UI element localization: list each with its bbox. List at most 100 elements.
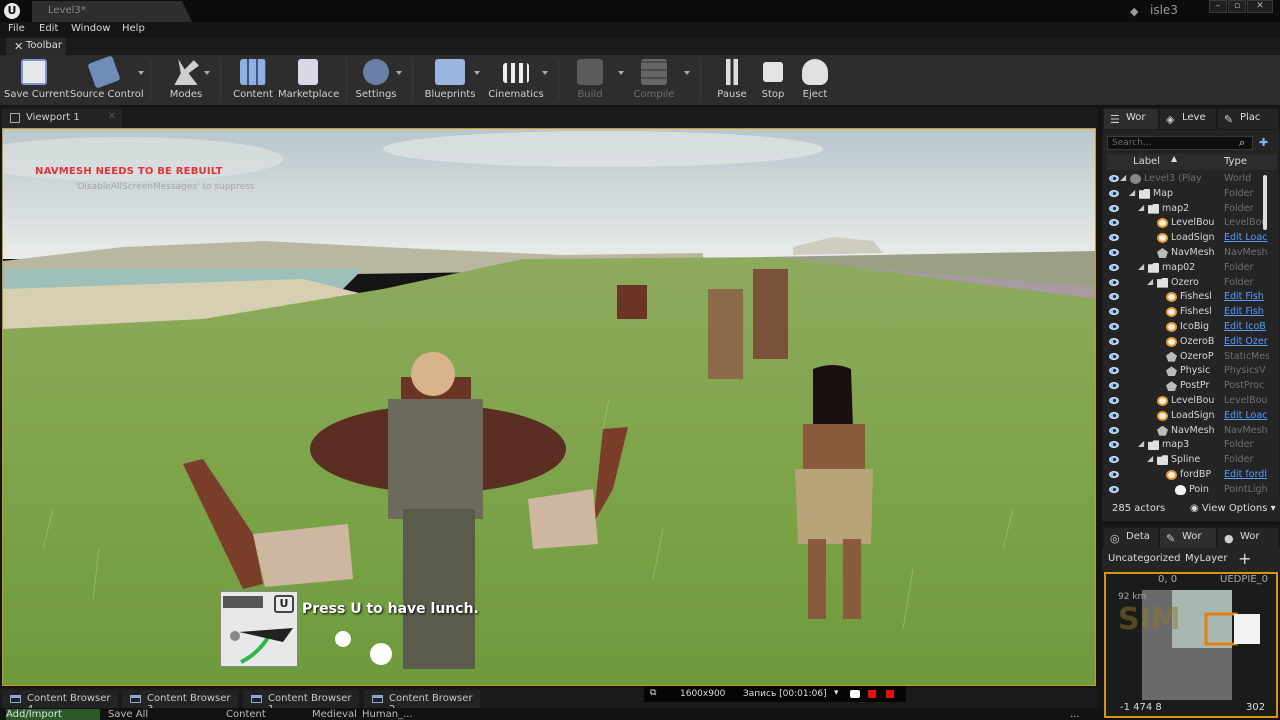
pause-button[interactable]: Pause bbox=[712, 59, 752, 103]
visibility-eye-icon[interactable] bbox=[1109, 293, 1119, 301]
camera-icon[interactable] bbox=[850, 690, 860, 698]
build-dropdown-icon[interactable] bbox=[618, 71, 624, 75]
edit-blueprint-link[interactable]: Edit Ozer bbox=[1224, 336, 1269, 347]
visibility-eye-icon[interactable] bbox=[1109, 278, 1119, 286]
cinematics-button[interactable]: Cinematics bbox=[488, 59, 544, 103]
content-button[interactable]: Content bbox=[230, 59, 276, 103]
tab-world-outliner[interactable]: ☰ Wor bbox=[1104, 109, 1158, 129]
outliner-row[interactable]: Poin PointLigh bbox=[1107, 483, 1269, 498]
visibility-eye-icon[interactable] bbox=[1109, 337, 1119, 345]
edit-blueprint-link[interactable]: Edit Loac bbox=[1224, 410, 1269, 421]
viewport-tab[interactable]: Viewport 1 ✕ bbox=[2, 109, 122, 128]
expand-arrow-icon[interactable]: ◢ bbox=[1147, 277, 1153, 286]
edit-blueprint-link[interactable]: Edit Loac bbox=[1224, 232, 1269, 243]
outliner-settings-icon[interactable]: ✚ bbox=[1259, 136, 1273, 150]
visibility-eye-icon[interactable] bbox=[1109, 397, 1119, 404]
content-browser-tab-2[interactable]: Content Browser 2 bbox=[364, 690, 480, 715]
visibility-eye-icon[interactable] bbox=[1109, 189, 1119, 197]
outliner-row[interactable]: NavMesh NavMesh bbox=[1107, 246, 1269, 261]
save-all-button[interactable]: Save All bbox=[108, 709, 148, 720]
outliner-row[interactable]: LevelBou LevelBou bbox=[1107, 394, 1269, 409]
maximize-button[interactable]: ▫ bbox=[1228, 0, 1246, 13]
menu-help[interactable]: Help bbox=[122, 23, 145, 34]
add-import-button[interactable]: Add/Import bbox=[6, 709, 100, 720]
save-current-button[interactable]: Save Current bbox=[4, 59, 69, 103]
outliner-row[interactable]: Fishesl Edit Fish bbox=[1107, 305, 1269, 320]
outliner-row[interactable]: OzeroP StaticMes bbox=[1107, 350, 1269, 365]
layer-uncategorized[interactable]: Uncategorized bbox=[1108, 553, 1180, 564]
content-browser-tab-4[interactable]: Content Browser 4 bbox=[2, 690, 118, 715]
visibility-eye-icon[interactable] bbox=[1109, 471, 1119, 478]
outliner-search-input[interactable]: Search... bbox=[1107, 136, 1253, 150]
visibility-eye-icon[interactable] bbox=[1109, 204, 1119, 212]
modes-button[interactable]: Modes bbox=[162, 59, 210, 103]
eject-button[interactable]: Eject bbox=[796, 59, 834, 103]
outliner-row[interactable]: ◢Level3 (Play In EWorld bbox=[1107, 172, 1269, 187]
outliner-row[interactable]: ◢ map2 Folder bbox=[1107, 202, 1269, 217]
settings-button[interactable]: Settings bbox=[354, 59, 398, 103]
world-composition-minimap[interactable]: SIM 0, 0 UEDPIE_0 92 km -1 474 8 302 bbox=[1104, 572, 1278, 718]
build-button[interactable]: Build bbox=[566, 59, 614, 103]
menu-edit[interactable]: Edit bbox=[39, 23, 58, 34]
tab-world-settings[interactable]: ✎ Wor bbox=[1160, 528, 1216, 548]
outliner-row[interactable]: OzeroB Edit Ozer bbox=[1107, 335, 1269, 350]
visibility-eye-icon[interactable] bbox=[1109, 382, 1119, 390]
expand-arrow-icon[interactable]: ◢ bbox=[1138, 262, 1144, 271]
expand-arrow-icon[interactable]: ◢ bbox=[1129, 188, 1135, 197]
expand-arrow-icon[interactable]: ◢ bbox=[1138, 439, 1144, 448]
search-icon[interactable]: ⌕ bbox=[1239, 136, 1245, 150]
outliner-row[interactable]: LevelBou LevelBou bbox=[1107, 216, 1269, 231]
visibility-eye-icon[interactable] bbox=[1109, 411, 1119, 419]
outliner-row[interactable]: LoadSign Edit Loac bbox=[1107, 409, 1269, 424]
tab-place[interactable]: ✎ Plac bbox=[1218, 109, 1278, 129]
outliner-row[interactable]: ◢ Ozero Folder bbox=[1107, 276, 1269, 291]
modes-dropdown-icon[interactable] bbox=[204, 71, 210, 75]
visibility-eye-icon[interactable] bbox=[1109, 308, 1119, 316]
breadcrumb-human[interactable]: Human_... bbox=[362, 709, 413, 720]
close-tab-icon[interactable]: ✕ bbox=[108, 111, 116, 122]
edit-blueprint-link[interactable]: Edit Fish bbox=[1224, 291, 1269, 302]
stop-button[interactable]: Stop bbox=[754, 59, 792, 103]
layer-mylayer[interactable]: MyLayer bbox=[1185, 553, 1227, 564]
add-layer-icon[interactable]: + bbox=[1238, 549, 1251, 568]
cinematics-dropdown-icon[interactable] bbox=[542, 71, 548, 75]
visibility-eye-icon[interactable] bbox=[1109, 263, 1119, 271]
compile-button[interactable]: Compile bbox=[630, 59, 678, 103]
tab-levels[interactable]: ◈ Leve bbox=[1160, 109, 1216, 129]
edit-blueprint-link[interactable]: Edit Fish bbox=[1224, 306, 1269, 317]
pause-record-icon[interactable] bbox=[868, 690, 876, 698]
minimize-button[interactable]: – bbox=[1209, 0, 1227, 13]
label-column-header[interactable]: Label bbox=[1133, 156, 1160, 167]
menu-file[interactable]: File bbox=[8, 23, 25, 34]
expand-arrow-icon[interactable]: ◢ bbox=[1138, 203, 1144, 212]
visibility-eye-icon[interactable] bbox=[1109, 249, 1119, 256]
stop-record-icon[interactable] bbox=[886, 690, 894, 698]
visibility-eye-icon[interactable] bbox=[1109, 234, 1119, 242]
visibility-eye-icon[interactable] bbox=[1109, 367, 1119, 375]
close-button[interactable]: ✕ bbox=[1247, 0, 1273, 13]
level-viewport[interactable]: NAVMESH NEEDS TO BE REBUILT 'DisableAllS… bbox=[2, 128, 1096, 686]
outliner-row[interactable]: IcoBig Edit IcoB bbox=[1107, 320, 1269, 335]
source-control-dropdown-icon[interactable] bbox=[138, 71, 144, 75]
visibility-eye-icon[interactable] bbox=[1109, 175, 1119, 182]
visibility-eye-icon[interactable] bbox=[1109, 456, 1119, 464]
tab-world-composition[interactable]: ● Wor bbox=[1218, 528, 1278, 548]
expand-arrow-icon[interactable]: ◢ bbox=[1147, 454, 1153, 463]
content-browser-tab-3[interactable]: Content Browser 3 bbox=[122, 690, 238, 715]
visibility-eye-icon[interactable] bbox=[1109, 485, 1119, 493]
fullscreen-icon[interactable]: ⧉ bbox=[650, 688, 656, 698]
recorder-dropdown-icon[interactable]: ▾ bbox=[834, 688, 839, 698]
outliner-row[interactable]: ◢ map3 Folder bbox=[1107, 438, 1269, 453]
breadcrumb-content[interactable]: Content bbox=[226, 709, 266, 720]
outliner-row[interactable]: ◢ Spline Folder bbox=[1107, 453, 1269, 468]
settings-dropdown-icon[interactable] bbox=[396, 71, 402, 75]
visibility-eye-icon[interactable] bbox=[1109, 323, 1119, 330]
outliner-scrollbar[interactable] bbox=[1263, 175, 1267, 230]
outliner-row[interactable]: fordBP Edit fordl bbox=[1107, 468, 1269, 483]
breadcrumb-medieval[interactable]: Medieval bbox=[312, 709, 357, 720]
view-options-button[interactable]: ◉ View Options ▾ bbox=[1190, 503, 1276, 514]
edit-blueprint-link[interactable]: Edit IcoB bbox=[1224, 321, 1269, 332]
blueprints-dropdown-icon[interactable] bbox=[474, 71, 480, 75]
blueprints-button[interactable]: Blueprints bbox=[424, 59, 476, 103]
outliner-row[interactable]: ◢ map02 Folder bbox=[1107, 261, 1269, 276]
